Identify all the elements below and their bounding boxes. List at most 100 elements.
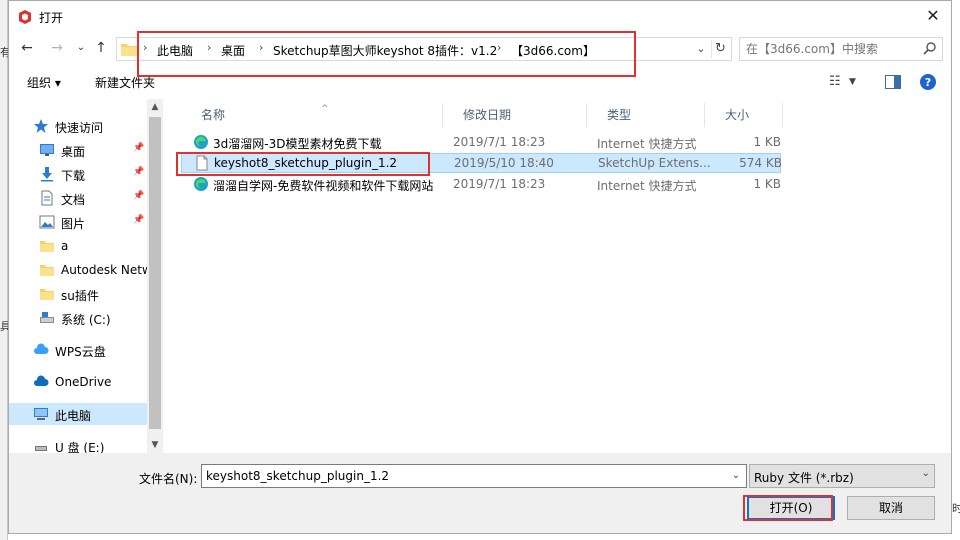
sketchup-app-icon <box>19 10 31 24</box>
edge-shortcut-icon <box>193 134 209 150</box>
back-button[interactable]: ← <box>17 37 37 59</box>
address-dropdown-icon[interactable]: ⌄ <box>693 40 709 58</box>
pin-icon: 📌 <box>133 191 145 201</box>
title-bar: 打开 ✕ <box>9 1 951 33</box>
folder-icon <box>39 238 55 254</box>
column-header-size-label: 大小 <box>725 108 750 122</box>
filename-input[interactable] <box>206 468 716 484</box>
navigation-item[interactable]: 下载 📌 <box>9 163 147 185</box>
file-row[interactable]: 溜溜自学网-免费软件视频和软件下载网站 2019/7/1 18:23 Interne… <box>181 175 781 195</box>
navigation-item[interactable]: 系统 (C:) <box>9 307 147 329</box>
open-file-dialog: 打开 ✕ ← → ⌄ ↑ › 此电脑 › 桌面 › Sketchup草图大师ke… <box>8 0 952 534</box>
navigation-item-label: Autodesk Netw <box>61 263 147 277</box>
open-button-label: 打开(O) <box>769 501 813 515</box>
file-name: 3d溜溜网-3D模型素材免费下载 <box>213 137 382 151</box>
star-icon <box>33 118 49 134</box>
background-left-strip: 有 具 <box>0 0 11 540</box>
search-box[interactable] <box>739 37 943 61</box>
column-header-date[interactable]: 修改日期 <box>443 103 587 127</box>
column-header-size[interactable]: 大小 <box>705 103 783 127</box>
file-size: 574 KB <box>739 156 782 170</box>
breadcrumb-desktop[interactable]: 桌面 <box>221 42 245 59</box>
arrow-left-icon: ← <box>21 40 33 56</box>
breadcrumb-separator-icon: › <box>259 41 264 54</box>
navigation-item-label: WPS云盘 <box>55 345 106 359</box>
search-icon <box>923 42 936 55</box>
pin-icon: 📌 <box>133 167 145 177</box>
navigation-item[interactable]: 此电脑 <box>9 403 147 425</box>
navigation-item[interactable]: su插件 <box>9 283 147 305</box>
recent-locations-button[interactable]: ⌄ <box>71 37 91 59</box>
chevron-down-icon: ⌄ <box>76 42 86 53</box>
onedrive-icon <box>33 374 49 390</box>
file-row[interactable]: 3d溜溜网-3D模型素材免费下载 2019/7/1 18:23 Internet 快… <box>181 133 781 153</box>
new-folder-button[interactable]: 新建文件夹 <box>95 74 155 91</box>
forward-button[interactable]: → <box>47 37 67 59</box>
breadcrumb-separator-icon: › <box>143 41 148 54</box>
cloud-icon <box>33 342 49 358</box>
open-button[interactable]: 打开(O) <box>747 496 835 520</box>
column-header-type-label: 类型 <box>607 108 632 122</box>
usb-drive-icon <box>33 438 49 453</box>
filename-label: 文件名(N): <box>139 472 198 486</box>
address-bar[interactable]: › 此电脑 › 桌面 › Sketchup草图大师keyshot 8插件：v1.… <box>116 37 732 61</box>
navigation-item[interactable]: 文档 📌 <box>9 187 147 209</box>
navigation-bar: ← → ⌄ ↑ › 此电脑 › 桌面 › Sketchup草图大师keyshot… <box>9 33 951 63</box>
download-icon <box>39 166 55 182</box>
drive-icon <box>39 310 55 326</box>
help-icon[interactable]: ? <box>919 73 937 91</box>
file-date: 2019/7/1 18:23 <box>453 135 546 149</box>
navigation-item-label: su插件 <box>61 289 99 303</box>
organize-button[interactable]: 组织 ▾ <box>27 74 61 91</box>
navigation-item-label: 系统 (C:) <box>61 313 111 327</box>
navigation-item[interactable]: 桌面 📌 <box>9 139 147 161</box>
chevron-up-icon[interactable]: ▲ <box>147 99 163 115</box>
cancel-button[interactable]: 取消 <box>847 496 935 520</box>
breadcrumb-this-pc[interactable]: 此电脑 <box>157 42 193 59</box>
navigation-item[interactable]: 图片 📌 <box>9 211 147 233</box>
chevron-down-icon[interactable]: ▼ <box>147 437 163 453</box>
pin-icon: 📌 <box>133 143 145 153</box>
file-type: Internet 快捷方式 <box>597 137 697 151</box>
navigation-item-label: U 盘 (E:) <box>55 441 105 453</box>
navigation-item-label: 快速访问 <box>55 121 104 135</box>
navigation-scrollbar[interactable]: ▲ ▼ <box>147 99 163 453</box>
navigation-item[interactable]: WPS云盘 <box>9 339 147 361</box>
chevron-down-icon[interactable]: ⌄ <box>728 467 744 485</box>
sort-ascending-icon: ^ <box>321 104 329 114</box>
background-text: 时 <box>952 502 960 515</box>
window-title: 打开 <box>39 11 64 25</box>
file-type-filter[interactable]: Ruby 文件 (*.rbz) ⌄ <box>749 464 935 488</box>
preview-pane-icon[interactable] <box>885 73 901 91</box>
close-button[interactable]: ✕ <box>921 5 945 27</box>
chevron-down-icon[interactable]: ▼ <box>849 73 856 91</box>
file-name: keyshot8_sketchup_plugin_1.2 <box>214 156 398 170</box>
column-header-name[interactable]: 名称 ^ <box>181 103 443 127</box>
file-date: 2019/5/10 18:40 <box>454 156 554 170</box>
chevron-down-icon: ⌄ <box>921 468 930 479</box>
navigation-item[interactable]: 快速访问 <box>9 115 147 137</box>
filename-combobox[interactable]: ⌄ <box>201 464 747 488</box>
navigation-pane: 快速访问桌面 📌 下载 📌 文档 📌 图片 📌 a Autodesk Netw su插件系统 (C:… <box>9 99 163 453</box>
column-header-date-label: 修改日期 <box>463 108 512 122</box>
arrow-up-icon: ↑ <box>95 40 107 56</box>
search-input[interactable] <box>746 41 916 57</box>
navigation-item[interactable]: U 盘 (E:) <box>9 435 147 453</box>
file-type: Internet 快捷方式 <box>597 179 697 193</box>
navigation-item[interactable]: a <box>9 235 147 257</box>
breadcrumb-current-folder[interactable]: 【3d66.com】 <box>511 42 595 59</box>
pin-icon: 📌 <box>133 215 145 225</box>
edge-shortcut-icon <box>193 176 209 192</box>
column-header-type[interactable]: 类型 <box>587 103 705 127</box>
up-button[interactable]: ↑ <box>91 37 111 59</box>
scrollbar-thumb[interactable] <box>149 117 161 429</box>
refresh-icon[interactable]: ↻ <box>711 40 729 58</box>
navigation-item[interactable]: OneDrive <box>9 371 147 393</box>
desktop-icon <box>39 142 55 158</box>
file-type: SketchUp Extens... <box>598 156 710 170</box>
view-options-icon[interactable]: ☷ <box>829 73 841 91</box>
file-row[interactable]: keyshot8_sketchup_plugin_1.2 2019/5/10 18… <box>181 153 782 173</box>
navigation-item[interactable]: Autodesk Netw <box>9 259 147 281</box>
close-icon: ✕ <box>926 6 940 25</box>
breadcrumb-plugin-folder[interactable]: Sketchup草图大师keyshot 8插件：v1.2 <box>273 42 497 59</box>
